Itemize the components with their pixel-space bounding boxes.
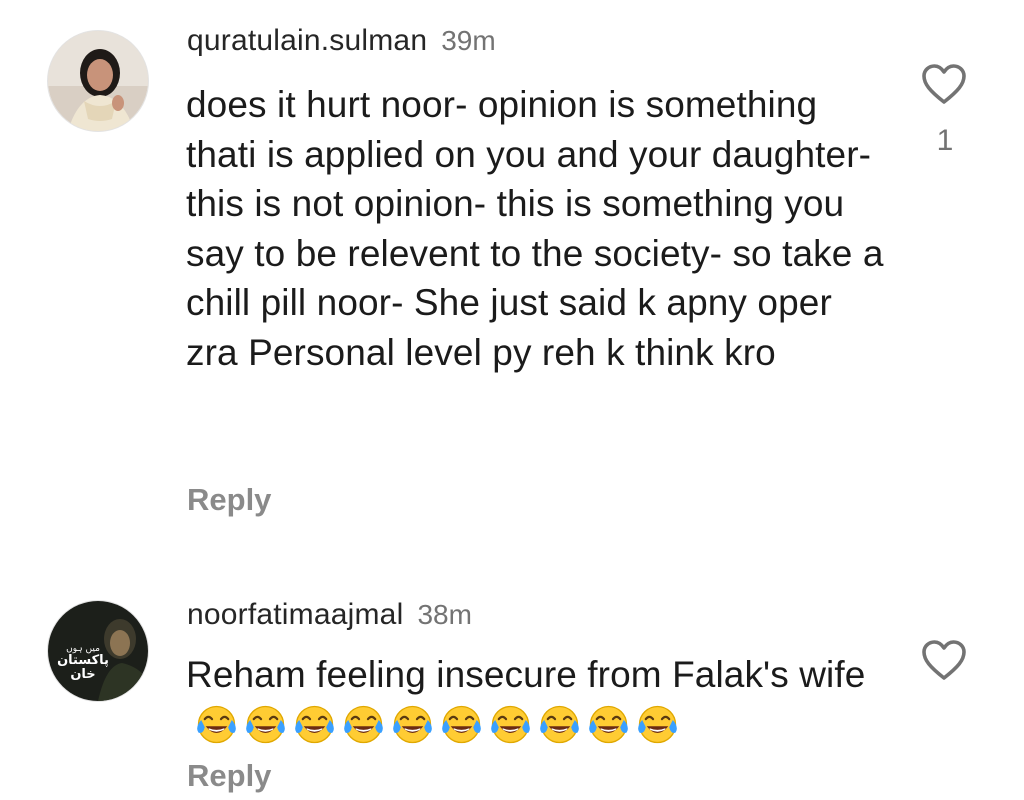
comment-text: Reham feeling insecure from Falak's wife [186, 650, 886, 749]
avatar-caption-line: پاکستان خان [57, 653, 109, 683]
comment-header: noorfatimaajmal 38m [187, 598, 472, 632]
comment-header: quratulain.sulman 39m [187, 24, 496, 58]
face-with-tears-of-joy-emoji [246, 705, 285, 743]
like-count: 1 [936, 124, 954, 157]
face-with-tears-of-joy-emoji [344, 705, 383, 743]
face-with-tears-of-joy-emoji [442, 705, 481, 743]
timestamp: 39m [441, 25, 496, 56]
face-with-tears-of-joy-emoji [491, 705, 530, 743]
comment-text-content: Reham feeling insecure from Falak's wife [186, 654, 866, 695]
face-with-tears-of-joy-emoji [589, 705, 628, 743]
face-with-tears-of-joy-emoji [393, 705, 432, 743]
avatar-caption: میں ہوں پاکستان خان [48, 644, 118, 683]
username[interactable]: quratulain.sulman [187, 24, 427, 58]
reply-button[interactable]: Reply [187, 482, 271, 518]
face-with-tears-of-joy-emoji [638, 705, 677, 743]
comment-item: میں ہوں پاکستان خان noorfatimaajmal 38m … [0, 540, 1024, 800]
emoji-row [194, 702, 680, 747]
comment-text: does it hurt noor- opinion is something … [186, 84, 884, 373]
username[interactable]: noorfatimaajmal [187, 598, 403, 632]
face-with-tears-of-joy-emoji [295, 705, 334, 743]
face-with-tears-of-joy-emoji [540, 705, 579, 743]
reply-button[interactable]: Reply [187, 758, 271, 794]
avatar[interactable]: میں ہوں پاکستان خان [47, 600, 149, 702]
timestamp: 38m [417, 599, 472, 630]
heart-outline-icon[interactable] [920, 638, 968, 682]
comment-item: quratulain.sulman 39m does it hurt noor-… [0, 0, 1024, 540]
face-with-tears-of-joy-emoji [197, 705, 236, 743]
avatar-photo [48, 31, 148, 131]
avatar[interactable] [47, 30, 149, 132]
heart-outline-icon[interactable] [920, 62, 968, 106]
